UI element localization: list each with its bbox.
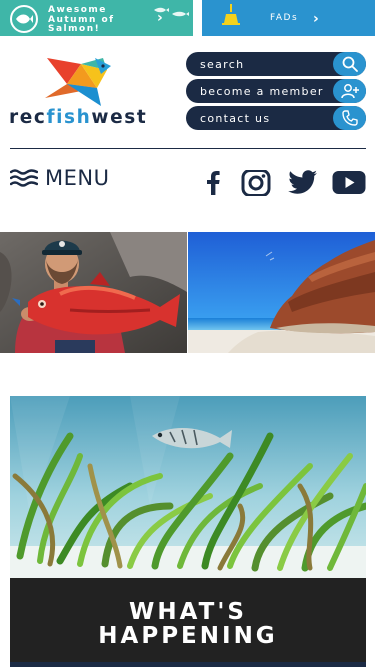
instagram-icon[interactable] xyxy=(241,170,272,196)
header-divider xyxy=(10,148,366,149)
logo-part-fish: fish xyxy=(46,107,92,128)
search-link[interactable]: search xyxy=(186,52,366,76)
promo-salmon-line3: Salmon! xyxy=(48,24,101,34)
contact-us-label: contact us xyxy=(200,112,271,125)
whats-happening-line2: HAPPENING xyxy=(98,623,278,649)
fisher-with-catch-photo[interactable] xyxy=(0,232,187,353)
search-label: search xyxy=(200,58,245,71)
seagrass-graphic xyxy=(10,396,366,578)
logo-fish-mark xyxy=(45,58,111,106)
phone-icon xyxy=(333,106,366,130)
become-member-link[interactable]: become a member xyxy=(186,79,366,103)
recfishwest-logo[interactable]: recfishwest xyxy=(9,50,147,130)
promo-fads-banner[interactable]: FADs › xyxy=(202,0,375,36)
coast-photo-graphic xyxy=(188,232,375,353)
whats-happening-title: WHAT'S HAPPENING xyxy=(10,600,366,648)
promo-salmon-banner[interactable]: Awesome Autumn of Salmon! › xyxy=(0,0,193,36)
search-icon xyxy=(333,52,366,76)
add-user-icon xyxy=(333,79,366,103)
logo-part-rec: rec xyxy=(9,107,47,128)
coastal-landscape-photo[interactable] xyxy=(188,232,375,353)
fisher-photo-graphic xyxy=(0,232,187,353)
hamburger-icon xyxy=(10,169,38,187)
youtube-icon[interactable] xyxy=(332,170,366,195)
facebook-icon[interactable] xyxy=(205,170,225,195)
twitter-icon[interactable] xyxy=(288,170,318,195)
logo-part-west: west xyxy=(91,107,148,128)
chevron-right-icon: › xyxy=(313,11,319,27)
feature-bottom-bar xyxy=(10,662,366,667)
promo-fads-label: FADs xyxy=(270,13,299,23)
contact-us-link[interactable]: contact us xyxy=(186,106,366,130)
promo-salmon-text: Awesome Autumn of Salmon! xyxy=(48,5,115,35)
whats-happening-line1: WHAT'S xyxy=(129,599,247,625)
menu-label: MENU xyxy=(45,166,110,190)
buoy-icon xyxy=(222,4,240,25)
menu-toggle[interactable]: MENU xyxy=(10,166,109,190)
logo-wordmark: recfishwest xyxy=(9,107,147,128)
fish-badge-icon xyxy=(10,5,38,33)
chevron-right-icon: › xyxy=(157,10,163,26)
become-member-label: become a member xyxy=(200,85,324,98)
whats-happening-panel[interactable]: WHAT'S HAPPENING xyxy=(10,578,366,667)
seagrass-feature-image[interactable] xyxy=(10,396,366,578)
